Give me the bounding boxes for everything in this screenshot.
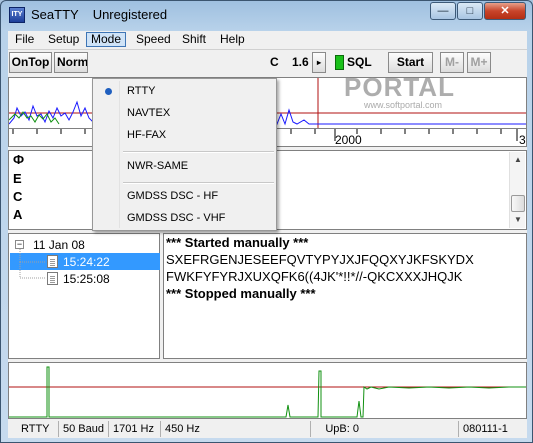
norm-button[interactable]: Norm	[54, 52, 88, 73]
start-button[interactable]: Start	[388, 52, 433, 73]
chevron-right-icon: ▸	[316, 58, 321, 67]
sql-label[interactable]: SQL	[347, 52, 372, 73]
ontop-button[interactable]: OnTop	[9, 52, 52, 73]
menu-help[interactable]: Help	[216, 32, 249, 47]
menu-bar: File Setup Mode Speed Shift Help	[8, 31, 527, 48]
title-bar[interactable]: ITY SeaTTY Unregistered — □ ✕	[1, 1, 532, 29]
watermark-url: www.softportal.com	[364, 100, 443, 110]
mode-item-navtex[interactable]: NAVTEX	[95, 103, 274, 124]
mode-item-rtty[interactable]: RTTY	[95, 81, 274, 102]
document-icon	[47, 255, 58, 268]
c-label: C	[270, 55, 279, 69]
session-tree: − 11 Jan 08 15:24:22 15:25:08	[8, 233, 160, 359]
char-line: С	[13, 189, 23, 204]
menu-item-label: GMDSS DSC - HF	[127, 190, 219, 202]
client-area: File Setup Mode Speed Shift Help OnTop N…	[8, 31, 527, 438]
close-button[interactable]: ✕	[484, 2, 526, 20]
menu-shift[interactable]: Shift	[178, 32, 210, 47]
menu-item-label: HF-FAX	[127, 129, 167, 141]
window-controls: — □ ✕	[429, 2, 526, 20]
speed-value: 1.6	[292, 55, 309, 69]
vertical-scrollbar[interactable]: ▲ ▼	[509, 152, 525, 228]
status-frequency: 1701 Hz	[109, 421, 161, 437]
status-bar: RTTY 50 Baud 1701 Hz 450 Hz UpB: 0 08011…	[8, 420, 527, 438]
menu-file[interactable]: File	[11, 32, 38, 47]
mode-item-nwr-same[interactable]: NWR-SAME	[95, 156, 274, 177]
mode-item-hf-fax[interactable]: HF-FAX	[95, 125, 274, 146]
menu-item-label: NAVTEX	[127, 107, 171, 119]
tree-lines	[19, 249, 45, 279]
tree-entry[interactable]: 15:25:08	[63, 271, 110, 287]
message-data-line: FWKFYFYRJXUXQFK6((4JK'*!!*//-QKCXXXJHQJK	[166, 269, 463, 284]
maximize-button[interactable]: □	[457, 2, 483, 20]
squelch-led-icon	[335, 55, 344, 70]
menu-item-label: NWR-SAME	[127, 160, 189, 172]
spectrum-peak-trace	[9, 111, 60, 125]
document-icon	[47, 272, 58, 285]
registration-status: Unregistered	[92, 7, 168, 22]
memory-minus-button[interactable]: M-	[440, 52, 464, 73]
status-mode: RTTY	[17, 421, 59, 437]
ruler-label-3000: 3	[519, 133, 526, 147]
message-status-stop: *** Stopped manually ***	[166, 286, 316, 301]
tree-entry-selected[interactable]: 15:24:22	[63, 254, 110, 270]
status-shift: 450 Hz	[161, 421, 311, 437]
mode-item-gmdss-dsc-vhf[interactable]: GMDSS DSC - VHF	[95, 208, 274, 229]
message-status-start: *** Started manually ***	[166, 235, 309, 250]
scope-trace	[9, 366, 526, 418]
menu-mode[interactable]: Mode	[86, 32, 127, 47]
app-icon: ITY	[9, 7, 25, 23]
message-data-line: SXEFRGENJESEEFQVTYPYJXJFQQXYJKFSKYDX	[166, 252, 474, 267]
mode-item-gmdss-dsc-hf[interactable]: GMDSS DSC - HF	[95, 186, 274, 207]
mode-menu-dropdown: RTTY NAVTEX HF-FAX NWR-SAME GMDSS DSC - …	[92, 78, 277, 231]
char-line: Ф	[13, 152, 25, 167]
scroll-up-icon[interactable]: ▲	[510, 152, 526, 168]
watermark-text: PORTAL	[344, 72, 455, 102]
char-line: А	[13, 207, 23, 222]
scope-graph	[9, 366, 526, 418]
menu-separator	[123, 182, 274, 184]
menu-item-label: GMDSS DSC - VHF	[127, 212, 226, 224]
message-text-panel[interactable]: *** Started manually *** SXEFRGENJESEEFQ…	[163, 233, 527, 359]
menu-item-label: RTTY	[127, 85, 156, 97]
char-line: Е	[13, 171, 22, 186]
menu-setup[interactable]: Setup	[44, 32, 83, 47]
scroll-thumb[interactable]	[511, 195, 525, 212]
status-upb: UpB: 0	[325, 423, 359, 435]
minimize-button[interactable]: —	[430, 2, 456, 20]
signal-scope	[8, 362, 527, 419]
ruler-label-2000: 2000	[335, 133, 362, 147]
scroll-down-icon[interactable]: ▼	[510, 212, 526, 228]
menu-speed[interactable]: Speed	[132, 32, 175, 47]
menu-separator	[123, 151, 274, 153]
spin-arrow[interactable]: ▸	[312, 52, 326, 73]
radio-bullet-icon	[105, 88, 112, 95]
status-baud: 50 Baud	[59, 421, 109, 437]
status-version: 080111-1	[463, 423, 508, 435]
memory-plus-button[interactable]: M+	[467, 52, 491, 73]
app-name: SeaTTY	[31, 7, 79, 22]
window-title: SeaTTY Unregistered	[31, 7, 167, 22]
app-window: ITY SeaTTY Unregistered — □ ✕ File Setup …	[0, 0, 533, 443]
